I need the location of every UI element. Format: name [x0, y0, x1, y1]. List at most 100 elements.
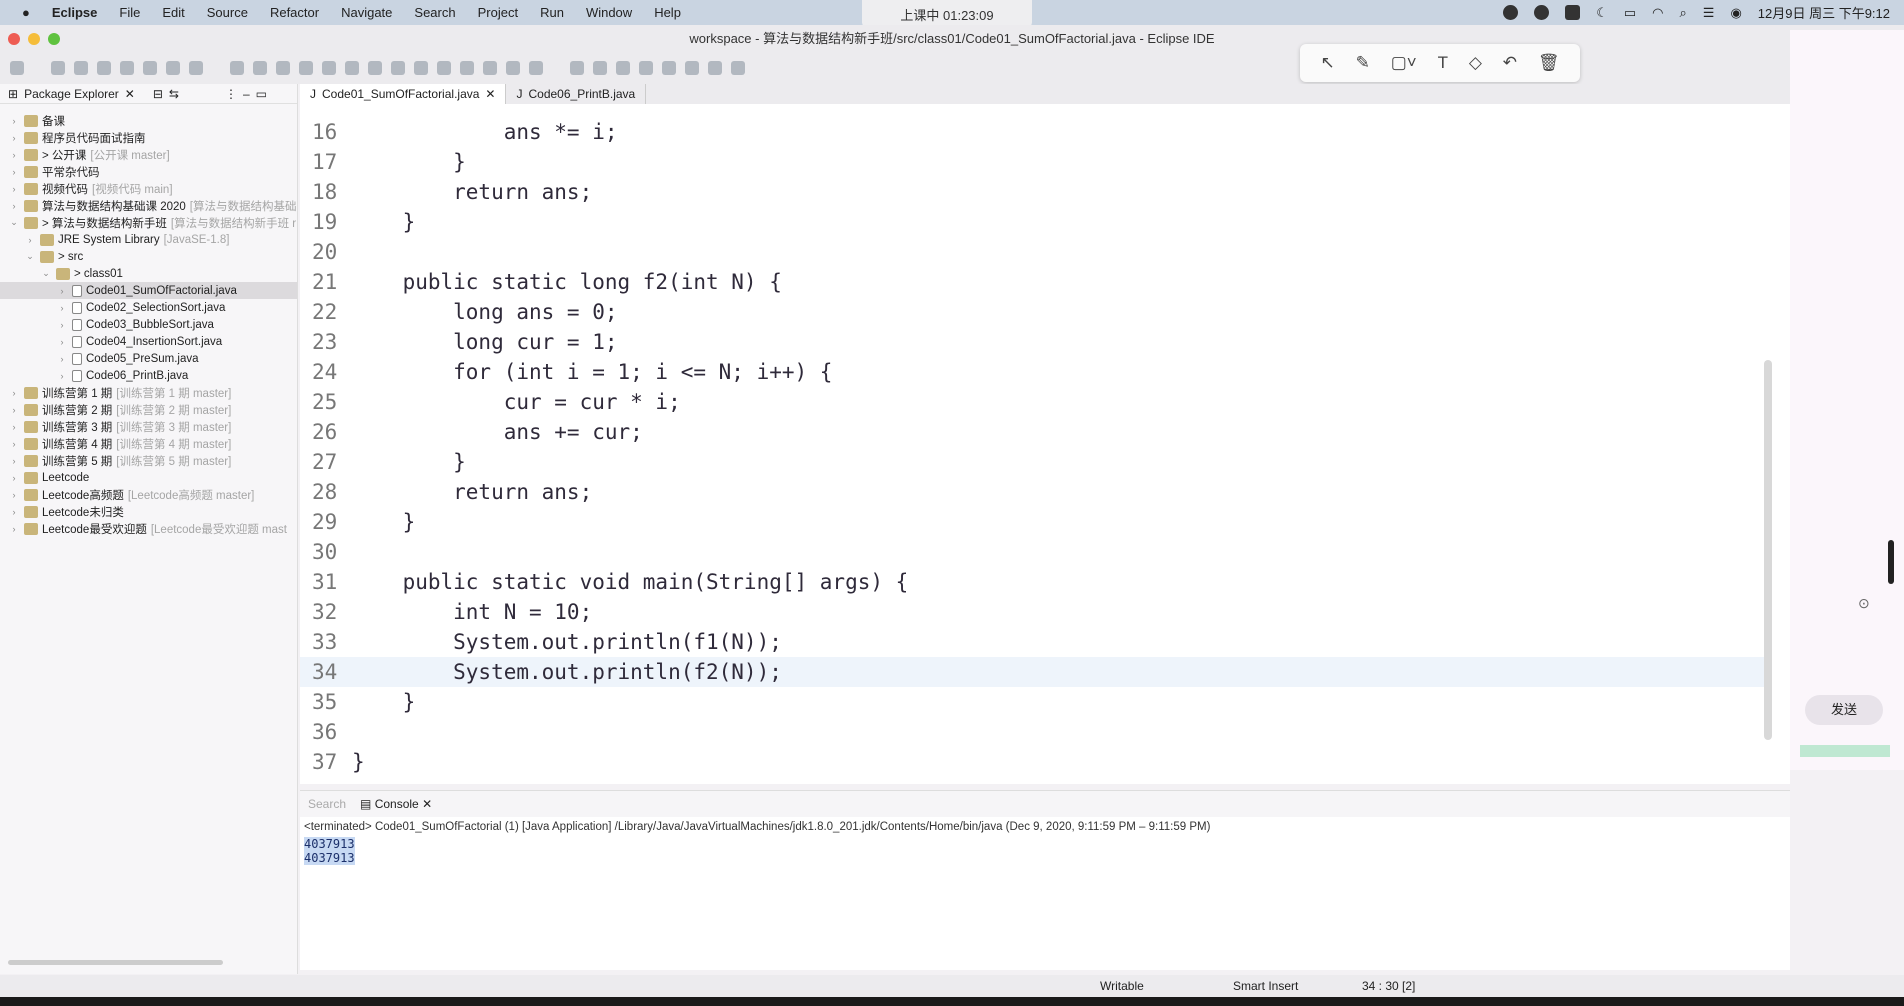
menu-edit[interactable]: Edit — [162, 5, 184, 20]
tree-item[interactable]: › Leetcode未归类 — [0, 503, 297, 520]
twisty-icon[interactable]: › — [8, 456, 20, 466]
menu-search[interactable]: Search — [414, 5, 455, 20]
minimize-icon[interactable]: – — [243, 87, 250, 101]
code-line[interactable]: 31 public static void main(String[] args… — [300, 567, 1770, 597]
twisty-icon[interactable]: › — [56, 371, 68, 381]
recording-timer[interactable]: 上课中 01:23:09 — [862, 0, 1032, 28]
toolbar-button-icon[interactable] — [10, 61, 24, 75]
toolbar-button-icon[interactable] — [368, 61, 382, 75]
code-line[interactable]: 22 long ans = 0; — [300, 297, 1770, 327]
send-button[interactable]: 发送 — [1805, 695, 1883, 725]
toolbar-button-icon[interactable] — [685, 61, 699, 75]
toolbar-button-icon[interactable] — [166, 61, 180, 75]
menu-window[interactable]: Window — [586, 5, 632, 20]
twisty-icon[interactable]: › — [8, 405, 20, 415]
clock[interactable]: 12月9日 周三 下午9:12 — [1758, 3, 1890, 22]
code-line[interactable]: 34 System.out.println(f2(N)); — [300, 657, 1770, 687]
close-icon[interactable]: ✕ — [125, 87, 135, 101]
menu-file[interactable]: File — [119, 5, 140, 20]
annotation-tool-icon[interactable]: ↶ — [1503, 53, 1517, 73]
menu-app-eclipse[interactable]: Eclipse — [52, 5, 98, 20]
code-line[interactable]: 29 } — [300, 507, 1770, 537]
twisty-icon[interactable]: › — [8, 133, 20, 143]
twisty-icon[interactable]: › — [8, 201, 20, 211]
code-editor[interactable]: J Code01_SumOfFactorial.java ✕ J Code06_Prin… — [300, 84, 1790, 784]
toolbar-button-icon[interactable] — [414, 61, 428, 75]
tree-item[interactable]: › 算法与数据结构基础课 2020 [算法与数据结构基础 — [0, 197, 297, 214]
code-line[interactable]: 19 } — [300, 207, 1770, 237]
collapse-all-icon[interactable]: ⊟ — [153, 87, 163, 101]
toolbar-button-icon[interactable] — [97, 61, 111, 75]
code-line[interactable]: 16 ans *= i; — [300, 117, 1770, 147]
twisty-icon[interactable]: › — [8, 184, 20, 194]
twisty-icon[interactable]: ⌄ — [8, 217, 20, 228]
toolbar-button-icon[interactable] — [189, 61, 203, 75]
maximize-icon[interactable]: ▭ — [256, 87, 267, 101]
toolbar-button-icon[interactable] — [662, 61, 676, 75]
toolbar-button-icon[interactable] — [322, 61, 336, 75]
tree-item[interactable]: › Code02_SelectionSort.java — [0, 299, 297, 316]
twisty-icon[interactable]: › — [8, 490, 20, 500]
code-line[interactable]: 17 } — [300, 147, 1770, 177]
code-area[interactable]: 16 ans *= i; 17 } 18 return ans; 19 } 20 21 p… — [300, 84, 1790, 784]
view-menu-icon[interactable]: ⋮ — [225, 87, 237, 101]
toolbar-button-icon[interactable] — [51, 61, 65, 75]
toolbar-button-icon[interactable] — [570, 61, 584, 75]
annotation-tool-icon[interactable]: ▢˅ — [1391, 53, 1417, 73]
tree-item[interactable]: ⌄ > class01 — [0, 265, 297, 282]
toolbar-button-icon[interactable] — [391, 61, 405, 75]
tree-item[interactable]: › 训练营第 2 期 [训练营第 2 期 master] — [0, 401, 297, 418]
menu-source[interactable]: Source — [207, 5, 248, 20]
twisty-icon[interactable]: › — [56, 303, 68, 313]
annotation-tool-icon[interactable]: ↖ — [1320, 53, 1334, 73]
code-line[interactable]: 25 cur = cur * i; — [300, 387, 1770, 417]
minimize-window-button[interactable] — [28, 33, 40, 45]
code-line[interactable]: 32 int N = 10; — [300, 597, 1770, 627]
annotation-tool-icon[interactable]: T — [1438, 53, 1448, 73]
toolbar-button-icon[interactable] — [74, 61, 88, 75]
toolbar-button-icon[interactable] — [731, 61, 745, 75]
menu-run[interactable]: Run — [540, 5, 564, 20]
twisty-icon[interactable]: › — [8, 422, 20, 432]
menu-help[interactable]: Help — [654, 5, 681, 20]
code-line[interactable]: 26 ans += cur; — [300, 417, 1770, 447]
code-line[interactable]: 37} — [300, 747, 1770, 777]
tree-item[interactable]: › 程序员代码面试指南 — [0, 129, 297, 146]
link-editor-icon[interactable]: ⇆ — [169, 87, 179, 101]
code-line[interactable]: 33 System.out.println(f1(N)); — [300, 627, 1770, 657]
tree-item[interactable]: ⌄ > 算法与数据结构新手班 [算法与数据结构新手班 r — [0, 214, 297, 231]
tree-item[interactable]: › Leetcode — [0, 469, 297, 486]
horizontal-scrollbar[interactable] — [8, 960, 223, 965]
toolbar-button-icon[interactable] — [483, 61, 497, 75]
annotation-tool-icon[interactable]: ✎ — [1356, 53, 1370, 73]
twisty-icon[interactable]: ⌄ — [24, 251, 36, 262]
menu-refactor[interactable]: Refactor — [270, 5, 319, 20]
control-center-icon[interactable]: ☰ — [1703, 5, 1715, 21]
code-line[interactable]: 24 for (int i = 1; i <= N; i++) { — [300, 357, 1770, 387]
tree-item[interactable]: ⌄ > src — [0, 248, 297, 265]
code-line[interactable]: 35 } — [300, 687, 1770, 717]
tab-console[interactable]: ▤ Console ✕ — [360, 797, 432, 811]
toolbar-button-icon[interactable] — [616, 61, 630, 75]
tree-item[interactable]: › Code03_BubbleSort.java — [0, 316, 297, 333]
tree-item[interactable]: › 备课 — [0, 112, 297, 129]
code-line[interactable]: 21 public static long f2(int N) { — [300, 267, 1770, 297]
toolbar-button-icon[interactable] — [143, 61, 157, 75]
toolbar-button-icon[interactable] — [299, 61, 313, 75]
app-icon[interactable] — [1503, 5, 1519, 20]
twisty-icon[interactable]: › — [8, 524, 20, 534]
twisty-icon[interactable]: › — [56, 320, 68, 330]
search-icon[interactable]: ⌕ — [1680, 5, 1687, 21]
toolbar-button-icon[interactable] — [460, 61, 474, 75]
package-explorer-title[interactable]: Package Explorer — [24, 87, 119, 101]
moon-icon[interactable]: ☾ — [1596, 5, 1608, 21]
tree-item[interactable]: › 平常杂代码 — [0, 163, 297, 180]
annotation-tool-icon[interactable]: ◇ — [1469, 53, 1482, 73]
tree-item[interactable]: › Leetcode高频题 [Leetcode高频题 master] — [0, 486, 297, 503]
tree-item[interactable]: › JRE System Library [JavaSE-1.8] — [0, 231, 297, 248]
menu-navigate[interactable]: Navigate — [341, 5, 392, 20]
tab-search[interactable]: Search — [308, 797, 346, 811]
wifi-icon[interactable]: ◠ — [1652, 5, 1663, 21]
code-line[interactable]: 30 — [300, 537, 1770, 567]
twisty-icon[interactable]: › — [8, 116, 20, 126]
